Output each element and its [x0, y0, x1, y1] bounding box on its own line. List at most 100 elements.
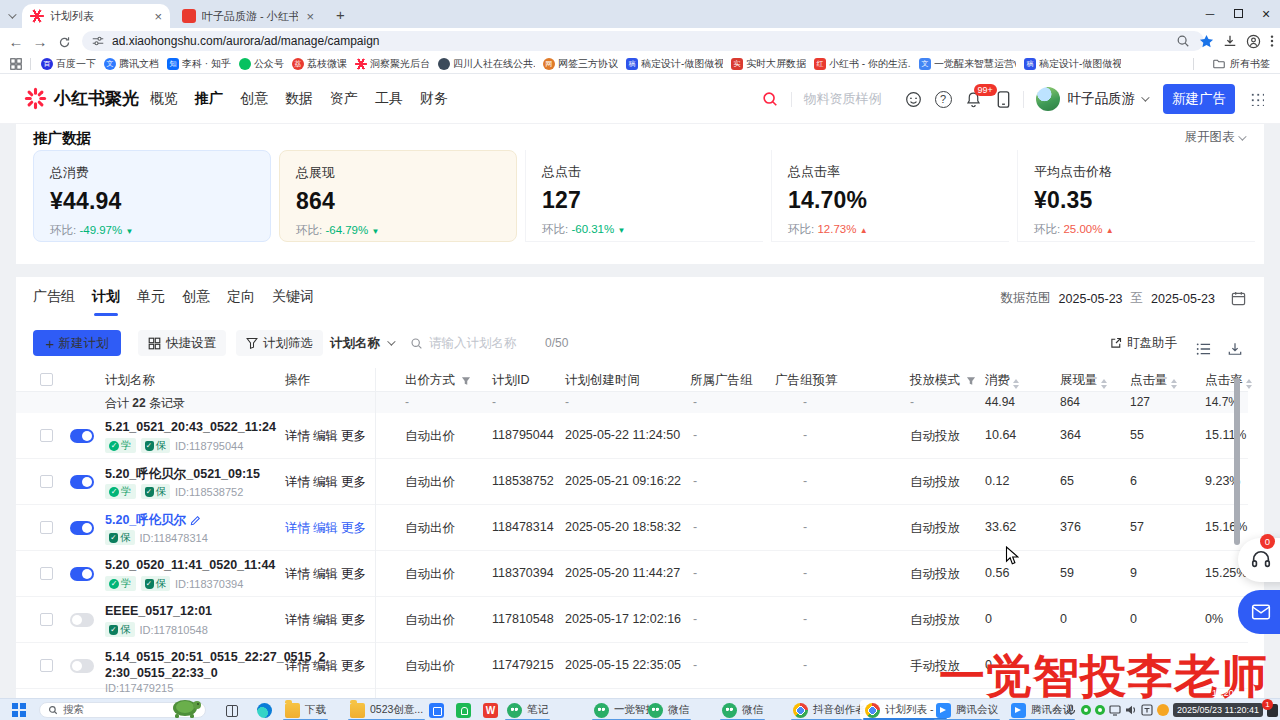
row-toggle[interactable] [70, 521, 94, 535]
manage-tab[interactable]: 广告组 [33, 288, 75, 316]
nav-item[interactable]: 资产 [330, 90, 358, 108]
edit-link[interactable]: 编辑 [313, 474, 338, 491]
detail-link[interactable]: 详情 [285, 428, 310, 445]
reload-button[interactable] [52, 33, 76, 50]
edit-link[interactable]: 编辑 [313, 566, 338, 583]
row-checkbox[interactable] [40, 659, 53, 672]
col-ctr[interactable]: 点击率 [1205, 372, 1252, 389]
nav-item[interactable]: 推广 [195, 90, 223, 108]
site-settings-icon[interactable] [92, 35, 104, 47]
edit-link[interactable]: 编辑 [313, 658, 338, 675]
bookmark-item[interactable]: 稿 稿定设计-做图做视... [1024, 57, 1121, 71]
taskbar-item[interactable] [424, 699, 449, 720]
tab-search-chevron-icon[interactable] [8, 7, 14, 22]
bookmark-star-icon[interactable] [1199, 34, 1214, 49]
tab-close-icon[interactable]: × [306, 9, 314, 24]
material-search-placeholder[interactable]: 物料资质样例 [804, 90, 892, 108]
bookmark-item[interactable]: 荔 荔枝微课 [292, 57, 347, 71]
menu-dots-icon[interactable] [1270, 34, 1274, 48]
bookmark-item[interactable]: 实 实时大屏数据 [731, 57, 806, 71]
row-checkbox[interactable] [40, 567, 53, 580]
all-bookmarks-button[interactable]: 所有书签 [1213, 57, 1270, 71]
manage-tab[interactable]: 关键词 [272, 288, 314, 316]
message-float[interactable] [1238, 590, 1280, 634]
edit-link[interactable]: 编辑 [313, 520, 338, 537]
new-plan-button[interactable]: +新建计划 [33, 330, 121, 356]
window-minimize-button[interactable]: ─ [1196, 7, 1224, 21]
plan-name[interactable]: EEEE_0517_12:01 [105, 604, 212, 618]
more-link[interactable]: 更多 [341, 658, 366, 675]
expand-chart-button[interactable]: 展开图表 [1185, 129, 1244, 146]
window-maximize-button[interactable] [1224, 7, 1252, 21]
search-field-selector[interactable]: 计划名称 [330, 330, 393, 356]
detail-link[interactable]: 详情 [285, 612, 310, 629]
more-link[interactable]: 更多 [341, 428, 366, 445]
new-tab-button[interactable]: + [336, 6, 345, 23]
apps-grid-icon[interactable] [1250, 92, 1264, 106]
row-toggle[interactable] [70, 475, 94, 489]
col-mode[interactable]: 投放模式 [910, 372, 976, 389]
bookmark-item[interactable]: 红 小红书 - 你的生活... [814, 57, 911, 71]
start-button[interactable] [12, 703, 26, 717]
plan-name[interactable]: 5.20_呼伦贝尔_0521_09:15 [105, 466, 260, 483]
row-toggle[interactable] [70, 567, 94, 581]
table-scrollbar[interactable] [1234, 378, 1240, 545]
feedback-smiley-icon[interactable] [905, 91, 922, 108]
edit-pencil-icon[interactable] [190, 515, 201, 526]
notifications[interactable]: 99+ [965, 90, 982, 107]
new-ad-button[interactable]: 新建广告 [1163, 84, 1235, 114]
mobile-icon[interactable] [996, 91, 1011, 108]
taskbar-item[interactable] [252, 699, 277, 720]
user-name[interactable]: 叶子品质游 [1068, 90, 1136, 108]
bookmark-item[interactable]: 稿 稿定设计-做图做视... [626, 57, 723, 71]
bookmark-item[interactable]: 文 一觉醒来智慧运营v... [919, 57, 1016, 71]
plan-name[interactable]: 5.20_0520_11:41_0520_11:44 [105, 558, 275, 572]
taskbar-item[interactable] [219, 699, 244, 720]
taskbar-item[interactable]: 笔记 [502, 699, 553, 720]
date-to[interactable]: 2025-05-23 [1151, 292, 1215, 306]
plan-name[interactable]: 5.20_呼伦贝尔 [105, 512, 201, 529]
quick-settings-button[interactable]: 快捷设置 [138, 330, 226, 356]
col-cost[interactable]: 消费 [985, 372, 1019, 389]
stat-card[interactable]: 总点击 127 环比: -60.31% ▼ [525, 150, 763, 242]
row-toggle[interactable] [70, 613, 94, 627]
row-checkbox[interactable] [40, 429, 53, 442]
export-icon[interactable] [1228, 336, 1242, 362]
url-bar[interactable]: ad.xiaohongshu.com/aurora/ad/manage/camp… [82, 31, 1204, 51]
row-checkbox[interactable] [40, 475, 53, 488]
nav-item[interactable]: 创意 [240, 90, 268, 108]
nav-item[interactable]: 概览 [150, 90, 178, 108]
monitor-assistant-button[interactable]: 盯盘助手 [1110, 330, 1177, 356]
browser-tab[interactable]: 叶子品质游 - 小红书搜索 × [174, 4, 322, 28]
date-from[interactable]: 2025-05-23 [1059, 292, 1123, 306]
row-toggle[interactable] [70, 429, 94, 443]
more-link[interactable]: 更多 [341, 474, 366, 491]
bookmark-item[interactable]: 公众号 [239, 57, 284, 71]
forward-button[interactable]: → [28, 33, 52, 50]
zoom-icon[interactable] [1176, 34, 1190, 48]
nav-item[interactable]: 财务 [420, 90, 448, 108]
detail-link[interactable]: 详情 [285, 474, 310, 491]
manage-tab[interactable]: 单元 [137, 288, 165, 316]
detail-link[interactable]: 详情 [285, 520, 310, 537]
edit-link[interactable]: 编辑 [313, 612, 338, 629]
more-link[interactable]: 更多 [341, 566, 366, 583]
taskbar-item[interactable]: W [478, 699, 503, 720]
back-button[interactable]: ← [4, 33, 28, 50]
side-panel-icon[interactable] [10, 57, 22, 69]
customer-service-float[interactable]: 0 [1238, 538, 1280, 582]
row-toggle[interactable] [70, 659, 94, 673]
profile-icon[interactable] [1246, 34, 1261, 49]
taskbar-item[interactable]: 0523创意... [345, 699, 428, 720]
row-checkbox[interactable] [40, 521, 53, 534]
manage-tab[interactable]: 创意 [182, 288, 210, 316]
taskbar-item[interactable]: 微信 [643, 699, 694, 720]
column-settings-icon[interactable] [1196, 336, 1211, 362]
col-imp[interactable]: 展现量 [1060, 372, 1107, 389]
app-logo[interactable]: 小红书聚光 [24, 87, 139, 110]
nav-item[interactable]: 工具 [375, 90, 403, 108]
avatar[interactable] [1036, 87, 1060, 111]
browser-tab[interactable]: 计划列表 × [22, 4, 170, 28]
user-menu-chevron-icon[interactable] [1141, 93, 1149, 101]
stat-card[interactable]: 平均点击价格 ¥0.35 环比: 25.00% ▲ [1017, 150, 1255, 242]
